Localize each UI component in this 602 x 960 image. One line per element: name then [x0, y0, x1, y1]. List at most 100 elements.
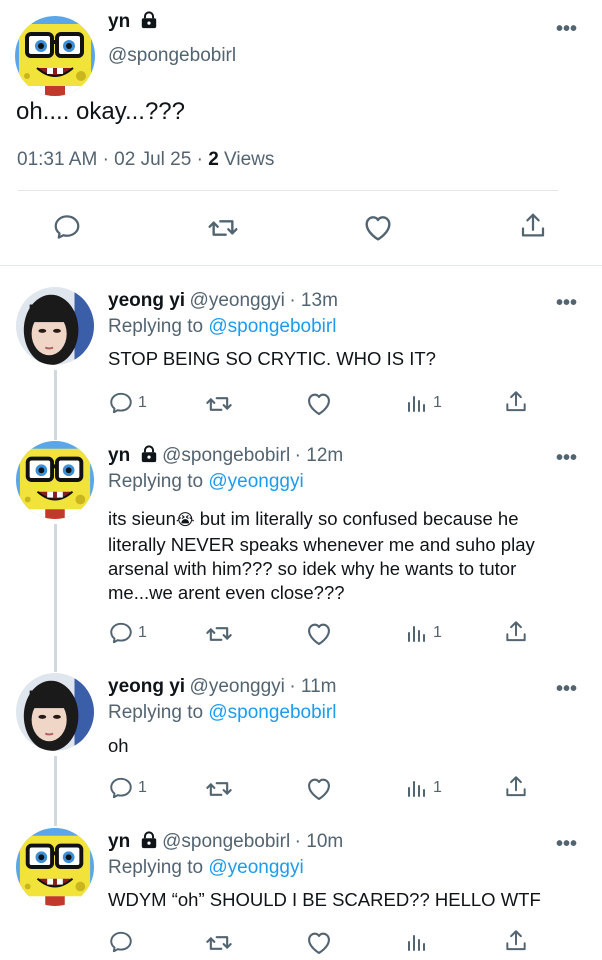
views-icon — [405, 929, 429, 955]
reply-author-handle[interactable]: @yeonggyi — [190, 290, 285, 311]
more-icon[interactable]: ••• — [556, 834, 577, 854]
retweet-button[interactable] — [205, 775, 233, 803]
reply-icon — [108, 390, 134, 416]
share-button[interactable] — [503, 928, 529, 954]
heart-icon — [305, 775, 333, 803]
reply-button[interactable] — [108, 929, 134, 955]
replying-to: Replying to @spongebobirl — [108, 316, 336, 338]
view-count: 1 — [433, 624, 442, 641]
retweet-button[interactable] — [205, 390, 233, 418]
reply-button[interactable]: 1 — [108, 390, 147, 416]
share-button[interactable] — [503, 619, 529, 645]
avatar-reply[interactable] — [16, 673, 94, 751]
lock-icon — [140, 831, 158, 849]
replying-to-link[interactable]: @spongebobirl — [208, 316, 336, 337]
reply-text-segment: its sieun — [108, 508, 176, 529]
replying-to: Replying to @spongebobirl — [108, 702, 336, 724]
avatar-main[interactable] — [15, 16, 95, 96]
tweet-date[interactable]: 02 Jul 25 — [114, 149, 191, 170]
share-icon — [503, 774, 529, 800]
retweet-icon — [205, 775, 233, 803]
thread-line — [54, 524, 57, 672]
reply-author-handle[interactable]: @spongebobirl — [162, 445, 290, 466]
tweet-meta: 01:31 AM · 02 Jul 25 · 2 Views — [17, 149, 275, 170]
views-icon — [405, 390, 429, 416]
like-button[interactable] — [305, 390, 333, 418]
heart-icon — [305, 620, 333, 648]
reply-button[interactable] — [52, 212, 82, 242]
views-button[interactable]: 1 — [405, 390, 442, 416]
more-icon[interactable]: ••• — [556, 679, 577, 699]
heart-icon — [305, 929, 333, 957]
avatar-reply[interactable] — [16, 441, 94, 519]
replying-to-link[interactable]: @yeonggyi — [208, 857, 303, 878]
reply-time[interactable]: · 13m — [289, 290, 338, 311]
author-name-row: yn — [108, 11, 158, 33]
reply-author-name[interactable]: yn — [108, 831, 130, 852]
retweet-icon — [205, 929, 233, 957]
share-icon — [503, 619, 529, 645]
like-button[interactable] — [305, 775, 333, 803]
reply-count: 1 — [138, 394, 147, 411]
like-button[interactable] — [305, 929, 333, 957]
views-button[interactable]: 1 — [405, 620, 442, 646]
reply-time[interactable]: · 11m — [289, 676, 336, 697]
views-button[interactable] — [405, 929, 429, 955]
like-button[interactable] — [305, 620, 333, 648]
girl-avatar-image — [16, 287, 94, 365]
replying-to-label: Replying to — [108, 857, 204, 878]
spongebob-avatar-image — [15, 16, 95, 96]
more-icon[interactable]: ••• — [556, 448, 577, 468]
reply-text: oh — [108, 735, 129, 756]
reply-text-line: arsenal with him??? so idek why he wants… — [108, 558, 517, 579]
reply-text-line: literally NEVER speaks whenever me and s… — [108, 534, 535, 555]
share-button[interactable] — [518, 211, 548, 241]
retweet-button[interactable] — [205, 620, 233, 648]
reply-author-name[interactable]: yeong yi — [108, 676, 185, 697]
reply-author-handle[interactable]: @yeonggyi — [190, 676, 285, 697]
avatar-reply[interactable] — [16, 287, 94, 365]
retweet-button[interactable] — [207, 212, 239, 244]
replying-to-link[interactable]: @yeonggyi — [208, 471, 303, 492]
more-icon[interactable]: ••• — [556, 293, 577, 313]
replying-to-label: Replying to — [108, 316, 204, 337]
tweet-time[interactable]: 01:31 AM — [17, 149, 97, 170]
replying-to: Replying to @yeonggyi — [108, 471, 304, 493]
author-handle[interactable]: @spongebobirl — [108, 45, 236, 67]
crying-emoji: 😭 — [175, 512, 195, 529]
reply-icon — [52, 212, 82, 242]
divider — [0, 265, 602, 266]
reply-header: yeong yi @yeonggyi · 13m — [108, 290, 338, 312]
like-button[interactable] — [362, 212, 394, 244]
reply-text: WDYM “oh” SHOULD I BE SCARED?? HELLO WTF — [108, 889, 541, 910]
reply-author-name[interactable]: yn — [108, 445, 130, 466]
reply-button[interactable]: 1 — [108, 775, 147, 801]
replying-to-link[interactable]: @spongebobirl — [208, 702, 336, 723]
reply-header: yn @spongebobirl · 12m — [108, 445, 343, 467]
view-count: 1 — [433, 394, 442, 411]
avatar-reply[interactable] — [16, 828, 94, 906]
author-name[interactable]: yn — [108, 11, 130, 32]
share-button[interactable] — [503, 774, 529, 800]
reply-author-name[interactable]: yeong yi — [108, 290, 185, 311]
views-button[interactable]: 1 — [405, 775, 442, 801]
views-label: Views — [224, 149, 275, 170]
tweet-text: oh.... okay...??? — [16, 98, 185, 125]
more-icon[interactable]: ••• — [556, 19, 577, 39]
heart-icon — [362, 212, 394, 244]
thread-line — [54, 756, 57, 826]
share-button[interactable] — [503, 389, 529, 415]
replying-to-label: Replying to — [108, 702, 204, 723]
reply-time[interactable]: · 12m — [295, 445, 344, 466]
share-icon — [518, 211, 548, 241]
share-icon — [503, 928, 529, 954]
reply-count: 1 — [138, 779, 147, 796]
reply-time[interactable]: · 10m — [295, 831, 344, 852]
retweet-button[interactable] — [205, 929, 233, 957]
girl-avatar-image — [16, 673, 94, 751]
reply-author-handle[interactable]: @spongebobirl — [162, 831, 290, 852]
reply-count: 1 — [138, 624, 147, 641]
reply-icon — [108, 775, 134, 801]
reply-button[interactable]: 1 — [108, 620, 147, 646]
view-count: 1 — [433, 779, 442, 796]
